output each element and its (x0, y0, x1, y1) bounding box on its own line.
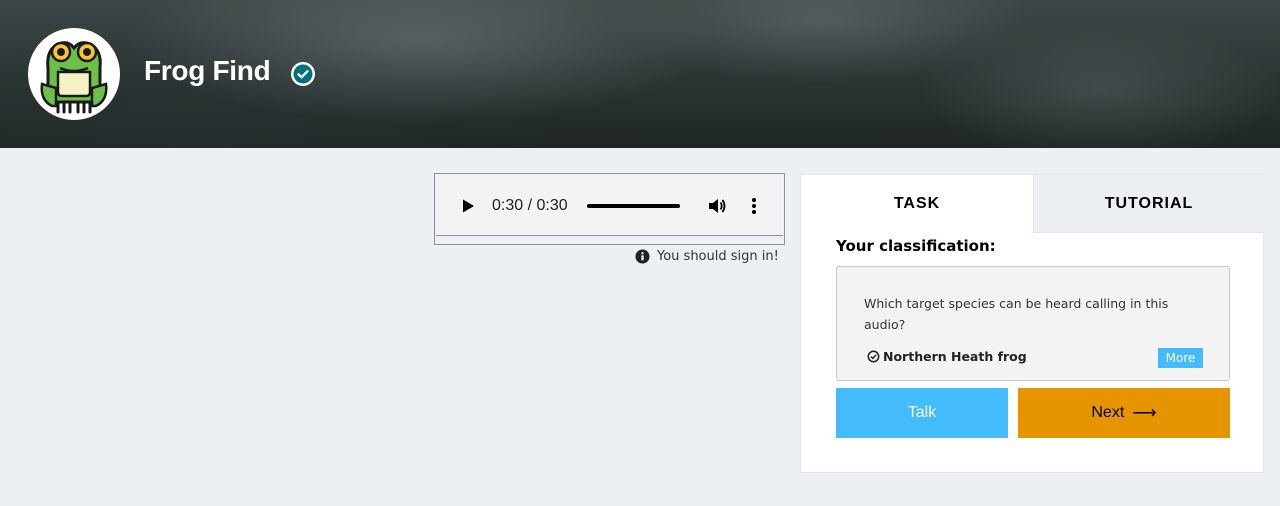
arrow-right-icon: ⟶ (1132, 403, 1157, 422)
answer-label: Northern Heath frog (883, 349, 1027, 364)
audio-progress-slider[interactable] (587, 204, 680, 208)
info-icon (635, 249, 650, 264)
verified-check-icon (291, 62, 315, 86)
answer-option[interactable]: Northern Heath frog (867, 349, 1027, 364)
next-button[interactable]: Next ⟶ (1018, 388, 1230, 438)
project-title[interactable]: Frog Find (144, 55, 271, 87)
frog-logo-icon[interactable] (28, 28, 120, 120)
talk-button[interactable]: Talk (836, 388, 1008, 438)
check-circle-icon (867, 350, 880, 363)
question-text: Which target species can be heard callin… (864, 296, 1169, 332)
question-box: Which target species can be heard callin… (836, 266, 1230, 381)
audio-player[interactable]: 0:30 / 0:30 (436, 175, 783, 236)
classification-heading: Your classification: (836, 237, 996, 255)
tab-tutorial[interactable]: TUTORIAL (1033, 175, 1264, 233)
more-vertical-icon[interactable] (746, 196, 762, 216)
project-header-banner: Frog Find (0, 0, 1280, 148)
task-panel: TASK TUTORIAL Your classification: Which… (800, 174, 1264, 473)
sign-in-notice: You should sign in! (635, 249, 779, 264)
audio-subject-viewer: 0:30 / 0:30 (434, 173, 785, 245)
tab-task[interactable]: TASK (801, 175, 1033, 233)
next-label: Next (1091, 404, 1125, 421)
volume-icon[interactable] (707, 196, 727, 216)
more-button[interactable]: More (1158, 348, 1203, 368)
audio-progress-fill (587, 204, 680, 208)
sign-in-notice-text: You should sign in! (657, 249, 779, 264)
time-display: 0:30 / 0:30 (492, 197, 568, 214)
play-icon[interactable] (460, 198, 476, 214)
